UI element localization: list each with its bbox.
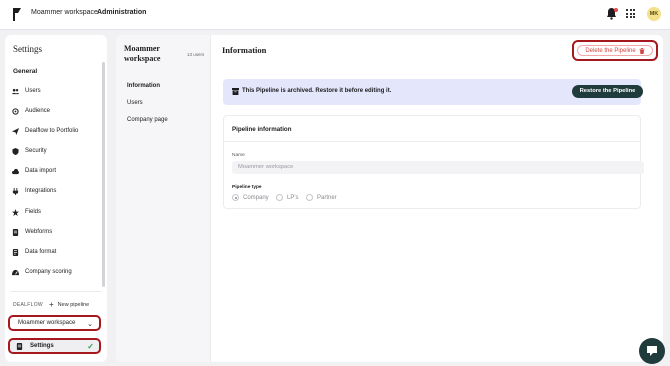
- sidebar-item-data-format[interactable]: Data format: [12, 247, 56, 257]
- sidebar-item-label: Webforms: [25, 229, 53, 235]
- form-icon: [12, 228, 19, 236]
- check-icon: ✓: [87, 342, 94, 351]
- cloud-upload-icon: [12, 168, 19, 174]
- radio-circle: [232, 194, 239, 201]
- settings-sidebar: Settings General Users Audience Dealflow…: [5, 35, 107, 362]
- delete-pipeline-label: Delete the Pipeline: [585, 47, 636, 54]
- tab-information[interactable]: Information: [127, 83, 160, 89]
- sidebar-item-label: Data format: [25, 249, 57, 255]
- sidebar-item-users[interactable]: Users: [12, 86, 41, 96]
- archived-banner: This Pipeline is archived. Restore it be…: [223, 79, 643, 105]
- sidebar-scrollbar[interactable]: [102, 62, 105, 287]
- plus-icon: +: [49, 300, 54, 309]
- pipeline-name: Moammer workspace: [124, 44, 161, 63]
- breadcrumb-section[interactable]: Administration: [97, 9, 146, 16]
- sidebar-title: Settings: [13, 44, 43, 54]
- send-icon: [12, 127, 19, 135]
- sidebar-item-label: Data import: [25, 168, 57, 174]
- sidebar-item-label: Dealflow to Portfolio: [25, 128, 79, 134]
- sidebar-item-integrations[interactable]: Integrations: [12, 186, 56, 196]
- delete-pipeline-button[interactable]: Delete the Pipeline: [577, 45, 653, 56]
- archived-banner-text: This Pipeline is archived. Restore it be…: [242, 88, 392, 94]
- notification-dot: [614, 8, 618, 12]
- settings-button[interactable]: Settings ✓: [8, 338, 101, 354]
- chevron-down-icon: ⌄: [87, 321, 93, 328]
- sidebar-item-fields[interactable]: Fields: [12, 207, 41, 217]
- archive-icon: [232, 88, 239, 95]
- plug-icon: [12, 187, 19, 195]
- radio-partner[interactable]: Partner: [306, 194, 337, 201]
- trash-icon: [639, 47, 645, 54]
- users-icon: [12, 88, 19, 94]
- list-icon: [16, 342, 23, 350]
- top-bar: Moammer workspace Administration MK: [0, 0, 670, 30]
- restore-pipeline-button[interactable]: Restore the Pipeline: [572, 85, 643, 98]
- radio-lps[interactable]: LP's: [276, 194, 298, 201]
- pipeline-type-label: Pipeline type: [232, 185, 262, 190]
- main-panel: Moammer workspace 13 users Information U…: [116, 35, 663, 362]
- sidebar-item-data-import[interactable]: Data import: [12, 166, 56, 176]
- radio-label: Company: [243, 194, 269, 201]
- shield-icon: [12, 147, 19, 155]
- sidebar-item-dealflow-to-portfolio[interactable]: Dealflow to Portfolio: [12, 126, 78, 136]
- data-format-icon: [12, 248, 19, 256]
- users-count: 13 users: [187, 52, 205, 57]
- sidebar-item-audience[interactable]: Audience: [12, 106, 50, 116]
- radio-label: Partner: [317, 194, 337, 201]
- chat-bubble-icon: [647, 346, 657, 356]
- radio-circle: [276, 194, 283, 201]
- name-field[interactable]: Moammer workspace: [232, 161, 644, 174]
- card-title: Pipeline information: [232, 126, 292, 133]
- sidebar-divider: [10, 291, 102, 292]
- sidebar-item-label: Users: [25, 88, 41, 94]
- pipeline-subnav: Moammer workspace 13 users Information U…: [116, 35, 211, 362]
- settings-button-label: Settings: [30, 343, 54, 349]
- workspace-select-value: Moammer workspace: [18, 320, 76, 326]
- sidebar-item-webforms[interactable]: Webforms: [12, 227, 52, 237]
- new-pipeline-button[interactable]: + New pipeline: [49, 300, 89, 309]
- new-pipeline-label: New pipeline: [57, 301, 90, 308]
- sidebar-group-general: General: [13, 68, 38, 75]
- avatar[interactable]: MK: [647, 7, 661, 21]
- card-divider: [224, 141, 640, 142]
- tab-users[interactable]: Users: [127, 100, 143, 106]
- app-logo-icon[interactable]: [12, 7, 22, 22]
- sidebar-item-company-scoring[interactable]: Company scoring: [12, 267, 72, 277]
- sidebar-item-label: Company scoring: [25, 269, 72, 275]
- workspace-select[interactable]: Moammer workspace ⌄: [8, 315, 101, 331]
- name-label: Name: [232, 153, 245, 158]
- dealflow-label: DEALFLOW: [13, 302, 43, 308]
- sidebar-item-label: Fields: [25, 209, 42, 215]
- sidebar-item-label: Security: [25, 148, 47, 154]
- star-icon: [12, 208, 19, 216]
- radio-label: LP's: [287, 194, 299, 201]
- audience-icon: [12, 107, 19, 115]
- radio-company[interactable]: Company: [232, 194, 269, 201]
- sidebar-item-security[interactable]: Security: [12, 146, 47, 156]
- breadcrumb-workspace[interactable]: Moammer workspace: [31, 9, 98, 16]
- apps-grid-icon[interactable]: [626, 9, 635, 18]
- chat-button[interactable]: [639, 338, 665, 364]
- sidebar-item-label: Audience: [25, 108, 51, 114]
- delete-highlight: Delete the Pipeline: [572, 40, 658, 61]
- scoring-icon: [12, 269, 19, 275]
- sidebar-item-label: Integrations: [25, 188, 57, 194]
- pipeline-info-card: Pipeline information Name Moammer worksp…: [223, 115, 644, 209]
- tab-company-page[interactable]: Company page: [127, 117, 168, 123]
- radio-circle: [306, 194, 313, 201]
- page-title: Information: [222, 45, 267, 55]
